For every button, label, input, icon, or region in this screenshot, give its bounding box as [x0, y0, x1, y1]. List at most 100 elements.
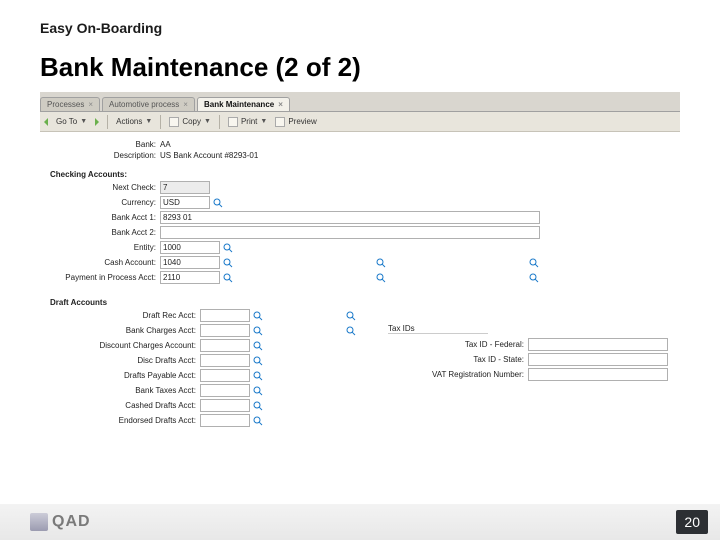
tab-processes[interactable]: Processes ×	[40, 97, 100, 111]
tax-state-label: Tax ID - State:	[388, 355, 528, 364]
tab-bar: Processes × Automotive process × Bank Ma…	[40, 92, 680, 112]
disc-drafts-field[interactable]	[200, 354, 250, 367]
actions-menu[interactable]: Actions▼	[116, 117, 152, 126]
lookup-icon[interactable]	[253, 356, 263, 366]
currency-field[interactable]: USD	[160, 196, 210, 209]
print-label: Print	[241, 117, 257, 126]
bank-row: Bank: AA	[50, 140, 670, 149]
desc-value: US Bank Account #8293-01	[160, 151, 258, 160]
lookup-icon[interactable]	[223, 273, 233, 283]
tab-label: Processes	[47, 100, 84, 109]
vat-field[interactable]	[528, 368, 668, 381]
bank-charges-field[interactable]	[200, 324, 250, 337]
checking-section-title: Checking Accounts:	[50, 170, 670, 179]
cashed-drafts-field[interactable]	[200, 399, 250, 412]
preview-label: Preview	[288, 117, 316, 126]
copy-icon	[169, 117, 179, 127]
page-number: 20	[676, 510, 708, 534]
preview-icon	[275, 117, 285, 127]
tax-federal-field[interactable]	[528, 338, 668, 351]
lookup-icon[interactable]	[529, 258, 539, 268]
lookup-icon[interactable]	[376, 258, 386, 268]
cash-acct-field[interactable]: 1040	[160, 256, 220, 269]
pip-label: Payment in Process Acct:	[50, 273, 160, 282]
lookup-icon[interactable]	[223, 258, 233, 268]
lookup-icon[interactable]	[253, 326, 263, 336]
endorsed-drafts-label: Endorsed Drafts Acct:	[50, 416, 200, 425]
vat-label: VAT Registration Number:	[388, 370, 528, 379]
lookup-icon[interactable]	[253, 401, 263, 411]
app-window: Processes × Automotive process × Bank Ma…	[40, 92, 680, 433]
bank-acct1-row: Bank Acct 1: 8293 01	[50, 211, 670, 224]
bank-charges-label: Bank Charges Acct:	[50, 326, 200, 335]
disc-drafts-label: Disc Drafts Acct:	[50, 356, 200, 365]
discount-charges-field[interactable]	[200, 339, 250, 352]
endorsed-drafts-field[interactable]	[200, 414, 250, 427]
logo-icon	[30, 513, 48, 531]
bank-acct2-label: Bank Acct 2:	[50, 228, 160, 237]
tax-section-title: Tax IDs	[388, 324, 488, 334]
lookup-icon[interactable]	[253, 341, 263, 351]
lookup-icon[interactable]	[253, 371, 263, 381]
arrow-right-icon	[95, 118, 99, 126]
lookup-icon[interactable]	[253, 386, 263, 396]
lookup-icon[interactable]	[346, 326, 356, 336]
lookup-icon[interactable]	[346, 311, 356, 321]
tax-state-field[interactable]	[528, 353, 668, 366]
print-icon	[228, 117, 238, 127]
separator	[160, 115, 161, 129]
next-check-row: Next Check: 7	[50, 181, 670, 194]
separator	[219, 115, 220, 129]
bank-acct1-label: Bank Acct 1:	[50, 213, 160, 222]
bank-label: Bank:	[50, 140, 160, 149]
next-check-field[interactable]: 7	[160, 181, 210, 194]
tax-ids-col: Tax IDs Tax ID - Federal: Tax ID - State…	[388, 292, 670, 429]
back-button[interactable]	[44, 118, 48, 126]
copy-label: Copy	[182, 117, 201, 126]
pip-field[interactable]: 2110	[160, 271, 220, 284]
chevron-down-icon: ▼	[145, 118, 152, 125]
copy-button[interactable]: Copy▼	[169, 117, 211, 127]
preview-button[interactable]: Preview	[275, 117, 316, 127]
drafts-payable-field[interactable]	[200, 369, 250, 382]
bank-acct2-field[interactable]	[160, 226, 540, 239]
lookup-icon[interactable]	[213, 198, 223, 208]
goto-menu[interactable]: Go To▼	[56, 117, 87, 126]
forward-button[interactable]	[95, 118, 99, 126]
tab-label: Bank Maintenance	[204, 100, 274, 109]
bank-taxes-field[interactable]	[200, 384, 250, 397]
chevron-down-icon: ▼	[204, 118, 211, 125]
tax-federal-label: Tax ID - Federal:	[388, 340, 528, 349]
entity-row: Entity: 1000	[50, 241, 670, 254]
arrow-left-icon	[44, 118, 48, 126]
currency-label: Currency:	[50, 198, 160, 207]
toolbar: Go To▼ Actions▼ Copy▼ Print▼ Preview	[40, 112, 680, 132]
lookup-icon[interactable]	[253, 311, 263, 321]
entity-field[interactable]: 1000	[160, 241, 220, 254]
lookup-icon[interactable]	[376, 273, 386, 283]
slide-root: Easy On-Boarding Bank Maintenance (2 of …	[0, 0, 720, 540]
draft-rec-field[interactable]	[200, 309, 250, 322]
tab-bank-maintenance[interactable]: Bank Maintenance ×	[197, 97, 290, 111]
tab-automotive[interactable]: Automotive process ×	[102, 97, 195, 111]
lookup-icon[interactable]	[529, 273, 539, 283]
logo-text: QAD	[52, 513, 91, 531]
cashed-drafts-label: Cashed Drafts Acct:	[50, 401, 200, 410]
currency-row: Currency: USD	[50, 196, 670, 209]
cash-acct-row: Cash Account: 1040	[50, 256, 670, 269]
desc-label: Description:	[50, 151, 160, 160]
lookup-icon[interactable]	[223, 243, 233, 253]
goto-label: Go To	[56, 117, 77, 126]
footer: QAD 20	[0, 504, 720, 540]
page-title: Bank Maintenance (2 of 2)	[40, 52, 361, 83]
form-body: Bank: AA Description: US Bank Account #8…	[40, 132, 680, 433]
chevron-down-icon: ▼	[80, 118, 87, 125]
close-icon[interactable]: ×	[183, 100, 188, 109]
bank-acct1-field[interactable]: 8293 01	[160, 211, 540, 224]
draft-section-title: Draft Accounts	[50, 298, 380, 307]
print-button[interactable]: Print▼	[228, 117, 267, 127]
lookup-icon[interactable]	[253, 416, 263, 426]
close-icon[interactable]: ×	[278, 100, 283, 109]
draft-accounts-col: Draft Accounts Draft Rec Acct: Bank Char…	[50, 292, 380, 429]
close-icon[interactable]: ×	[88, 100, 93, 109]
